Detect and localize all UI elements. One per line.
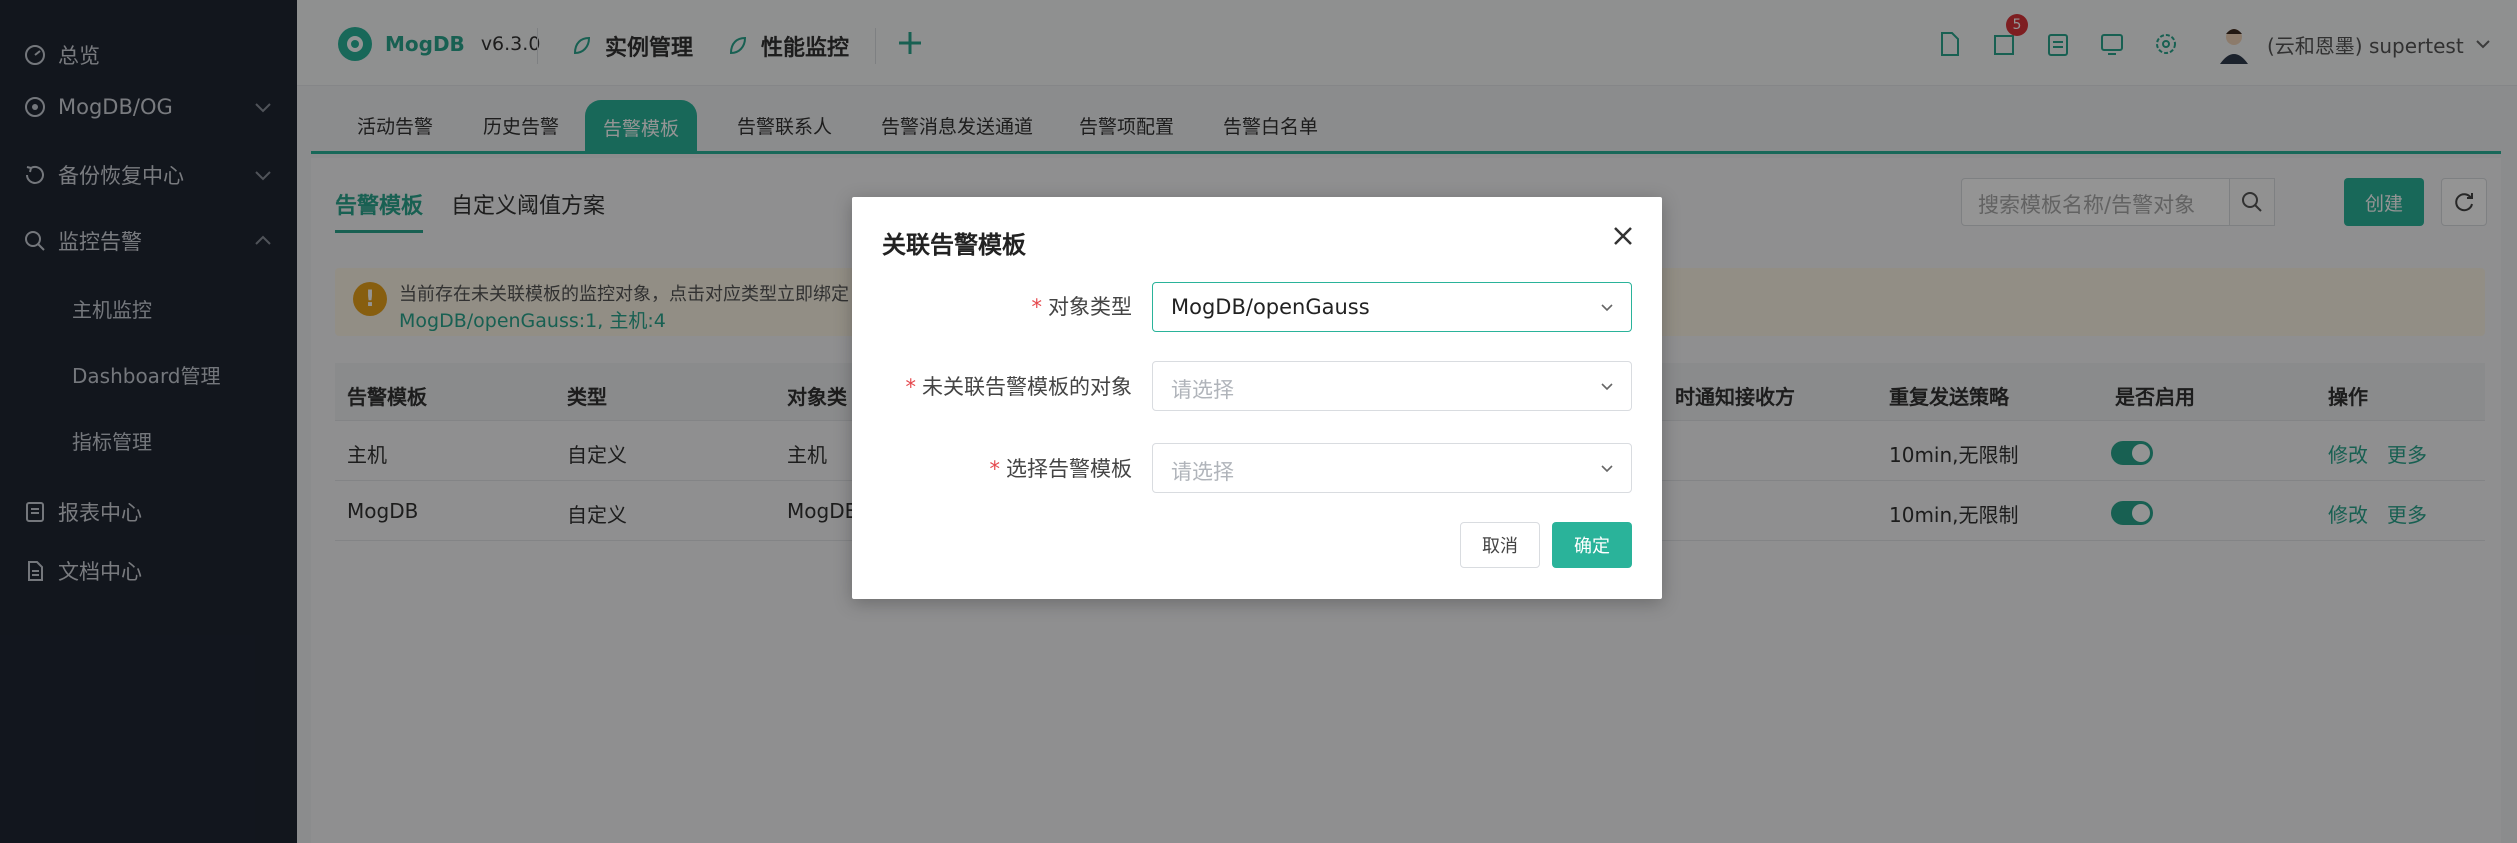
field-label-unbound-objects: * 未关联告警模板的对象 [852, 371, 1133, 401]
required-mark: * [905, 375, 917, 399]
cancel-button[interactable]: 取消 [1460, 522, 1540, 568]
label-text: 对象类型 [1048, 295, 1132, 319]
associate-template-dialog: 关联告警模板 * 对象类型 MogDB/openGauss * 未关联告警模板的对象… [852, 197, 1662, 599]
object-type-select[interactable]: MogDB/openGauss [1152, 282, 1632, 332]
placeholder: 请选择 [1171, 460, 1234, 484]
field-label-object-type: * 对象类型 [852, 291, 1133, 321]
confirm-button[interactable]: 确定 [1552, 522, 1632, 568]
field-label-template: * 选择告警模板 [852, 453, 1133, 483]
label-text: 选择告警模板 [1006, 457, 1132, 481]
chevron-down-icon [1601, 465, 1613, 473]
close-icon[interactable] [1610, 223, 1636, 249]
unbound-objects-select[interactable]: 请选择 [1152, 361, 1632, 411]
dialog-title: 关联告警模板 [882, 231, 1026, 259]
required-mark: * [989, 457, 1001, 481]
chevron-down-icon [1601, 383, 1613, 391]
required-mark: * [1031, 295, 1043, 319]
alert-template-select[interactable]: 请选择 [1152, 443, 1632, 493]
label-text: 未关联告警模板的对象 [922, 375, 1132, 399]
placeholder: 请选择 [1171, 378, 1234, 402]
chevron-down-icon [1601, 304, 1613, 312]
selected-value: MogDB/openGauss [1171, 295, 1370, 319]
